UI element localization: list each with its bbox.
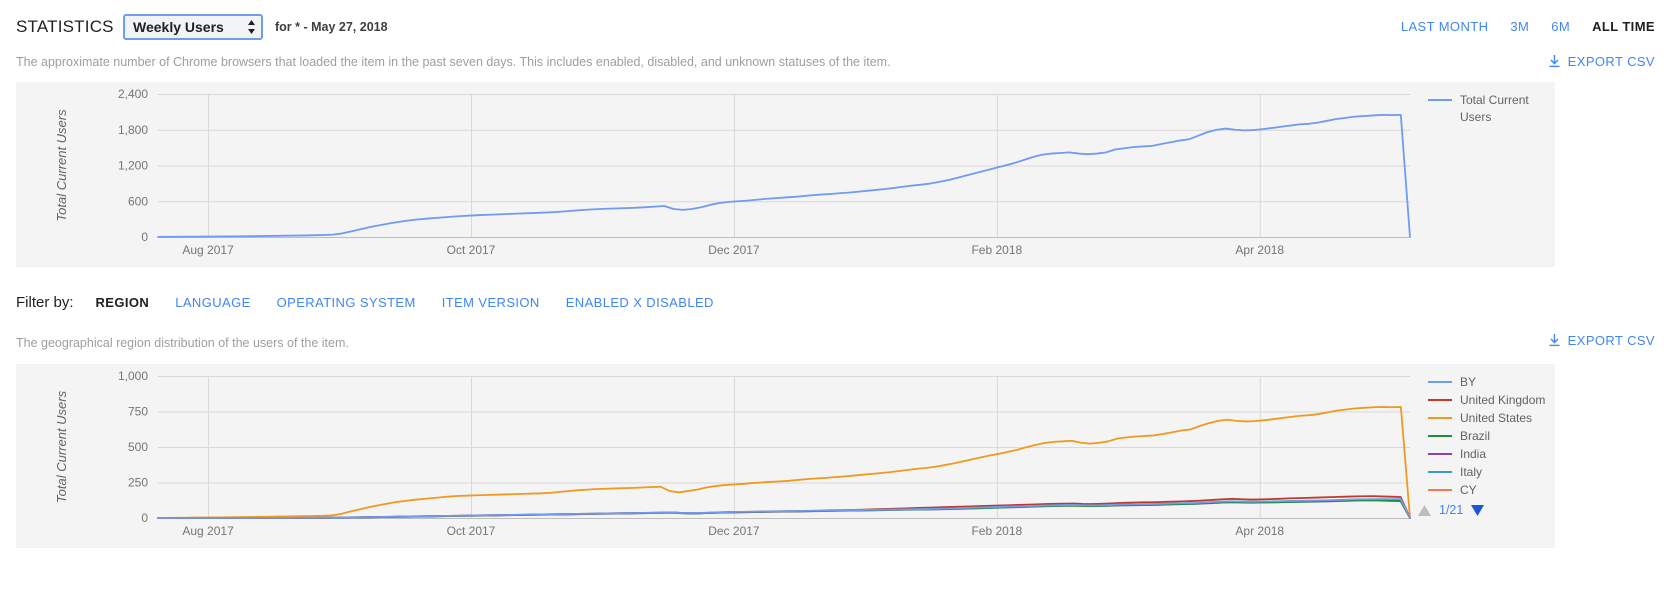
svg-text:Aug 2017: Aug 2017 [182,243,234,257]
filter-tab-operating-system[interactable]: OPERATING SYSTEM [277,295,416,310]
legend-pager: 1/21 [1418,503,1485,517]
metric-select-wrapper: Weekly UsersDaily UsersWeekly InstallsDa… [123,14,263,40]
legend-page-count: 1/21 [1439,503,1464,517]
svg-text:Oct 2017: Oct 2017 [447,243,496,257]
region-description: The geographical region distribution of … [16,336,349,350]
filter-tab-language[interactable]: LANGUAGE [175,295,250,310]
svg-text:Users: Users [1460,110,1491,124]
svg-text:Feb 2018: Feb 2018 [971,243,1022,257]
svg-text:United Kingdom: United Kingdom [1460,393,1545,407]
filter-by-label: Filter by: [16,294,74,311]
range-tab-last-month[interactable]: LAST MONTH [1401,19,1489,34]
svg-text:1,200: 1,200 [118,159,148,173]
metric-select[interactable]: Weekly UsersDaily UsersWeekly InstallsDa… [123,14,263,40]
range-tab-all-time: ALL TIME [1592,19,1655,34]
svg-text:CY: CY [1460,483,1477,497]
svg-text:Oct 2017: Oct 2017 [447,524,496,538]
svg-text:0: 0 [141,511,148,525]
svg-text:2,400: 2,400 [118,87,148,101]
filter-tab-enabled-x-disabled[interactable]: ENABLED X DISABLED [566,295,714,310]
filter-tab-region: REGION [95,295,150,310]
svg-text:United States: United States [1460,411,1532,425]
svg-text:Brazil: Brazil [1460,429,1490,443]
export-csv-label-top: EXPORT CSV [1567,54,1655,69]
svg-text:250: 250 [128,476,148,490]
svg-text:Apr 2018: Apr 2018 [1235,243,1284,257]
range-tab-3m[interactable]: 3M [1510,19,1529,34]
range-tab-6m[interactable]: 6M [1551,19,1570,34]
statistics-page: STATISTICS Weekly UsersDaily UsersWeekly… [0,0,1671,598]
date-range-text: for * - May 27, 2018 [275,20,388,34]
total-current-users-chart-svg: Total Current Users 0 600 1,200 1,800 2,400 Au… [54,87,1529,257]
page-title: STATISTICS [16,17,114,36]
svg-text:600: 600 [128,194,148,208]
svg-text:750: 750 [128,405,148,419]
download-icon [1547,54,1562,69]
filter-tab-item-version[interactable]: ITEM VERSION [442,295,540,310]
triangle-up-icon[interactable] [1418,504,1431,516]
export-csv-label-region: EXPORT CSV [1567,333,1655,348]
svg-text:Dec 2017: Dec 2017 [708,243,760,257]
svg-text:Italy: Italy [1460,465,1482,479]
export-csv-button-region[interactable]: EXPORT CSV [1547,333,1655,348]
svg-text:Dec 2017: Dec 2017 [708,524,760,538]
statistics-header: STATISTICS Weekly UsersDaily UsersWeekly… [0,0,1671,48]
filter-bar: Filter by: REGION LANGUAGE OPERATING SYSTE… [16,294,714,312]
svg-text:1,000: 1,000 [118,369,148,383]
svg-text:0: 0 [141,230,148,244]
svg-text:Apr 2018: Apr 2018 [1235,524,1284,538]
svg-text:Feb 2018: Feb 2018 [971,524,1022,538]
triangle-down-icon[interactable] [1471,504,1485,516]
svg-text:Total Current: Total Current [1460,93,1529,107]
time-range-tabs: LAST MONTH 3M 6M ALL TIME [1401,19,1655,34]
export-csv-button-top[interactable]: EXPORT CSV [1547,54,1655,69]
svg-text:Total Current Users: Total Current Users [54,109,69,222]
total-current-users-chart[interactable]: Total Current Users 0 600 1,200 1,800 2,400 Au… [16,82,1555,267]
weekly-users-description: The approximate number of Chrome browser… [16,55,891,69]
region-distribution-chart[interactable]: Total Current Users 0 250 500 750 1,000 Aug 20… [16,364,1555,548]
download-icon [1547,333,1562,348]
svg-text:Aug 2017: Aug 2017 [182,524,234,538]
svg-text:Total Current Users: Total Current Users [54,390,69,503]
region-distribution-chart-svg: Total Current Users 0 250 500 750 1,000 Aug 20… [54,369,1545,538]
svg-text:1,800: 1,800 [118,123,148,137]
filter-tabs: REGION LANGUAGE OPERATING SYSTEM ITEM VERSI… [96,294,714,312]
svg-text:India: India [1460,447,1486,461]
svg-text:500: 500 [128,440,148,454]
svg-text:BY: BY [1460,375,1476,389]
